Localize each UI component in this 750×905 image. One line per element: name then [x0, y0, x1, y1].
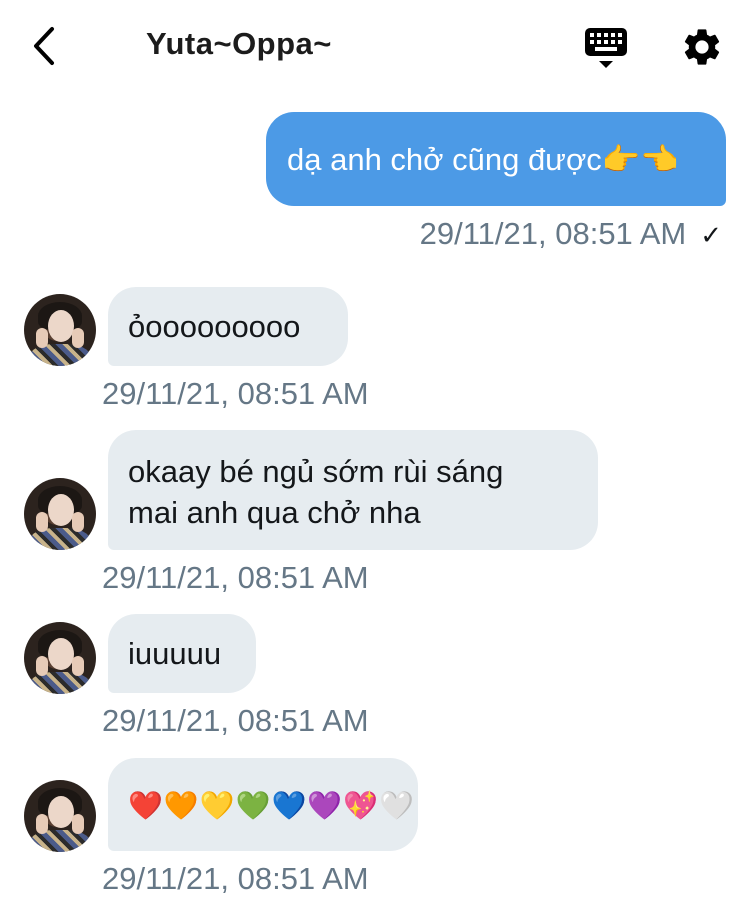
message-text: iuuuuu [128, 636, 222, 671]
keyboard-icon [585, 28, 627, 68]
sent-check-icon: ✓ [700, 220, 722, 250]
message-timestamp: 29/11/21, 08:51 AM [102, 703, 369, 738]
conversation-header: Yuta~Oppa~ [0, 0, 750, 92]
avatar[interactable] [24, 780, 96, 852]
heart-orange-emoji: 🧡 [163, 790, 199, 821]
conversation-title: Yuta~Oppa~ [146, 26, 332, 61]
back-button[interactable] [22, 22, 66, 70]
message-timestamp: 29/11/21, 08:51 AM [102, 861, 369, 896]
avatar[interactable] [24, 622, 96, 694]
heart-red-emoji: ❤️ [128, 790, 163, 821]
sparkling-heart-emoji: 💖 [343, 790, 379, 821]
message-timestamp: 29/11/21, 08:51 AM [102, 376, 369, 411]
received-message-bubble[interactable]: ỏooooooooo [108, 287, 348, 366]
avatar[interactable] [24, 478, 96, 550]
heart-blue-emoji: 💙 [271, 790, 307, 821]
message-text: ỏooooooooo [128, 309, 301, 344]
settings-button[interactable] [680, 25, 724, 69]
chevron-left-icon [34, 27, 54, 65]
heart-yellow-emoji: 💛 [199, 790, 235, 821]
keyboard-button[interactable] [582, 26, 630, 70]
received-message-bubble[interactable]: ❤️🧡💛💚💙💜💖🤍 [108, 758, 418, 851]
message-text-line: mai anh qua chở nha [128, 495, 421, 530]
received-message-bubble[interactable]: okaay bé ngủ sớm rùi sáng mai anh qua ch… [108, 430, 598, 550]
message-timestamp: 29/11/21, 08:51 AM ✓ [420, 216, 722, 252]
heart-purple-emoji: 💜 [307, 790, 343, 821]
sent-message-bubble[interactable]: dạ anh chở cũng được👉👈 [266, 112, 726, 206]
message-timestamp: 29/11/21, 08:51 AM [102, 560, 369, 595]
message-text-line: okaay bé ngủ sớm rùi sáng [128, 454, 504, 489]
message-text: dạ anh chở cũng được👉👈 [287, 142, 679, 177]
avatar[interactable] [24, 294, 96, 366]
heart-white-emoji: 🤍 [379, 790, 414, 821]
received-message-bubble[interactable]: iuuuuu [108, 614, 256, 693]
heart-green-emoji: 💚 [235, 790, 271, 821]
gear-icon [684, 29, 720, 65]
timestamp-text: 29/11/21, 08:51 AM [419, 216, 687, 251]
